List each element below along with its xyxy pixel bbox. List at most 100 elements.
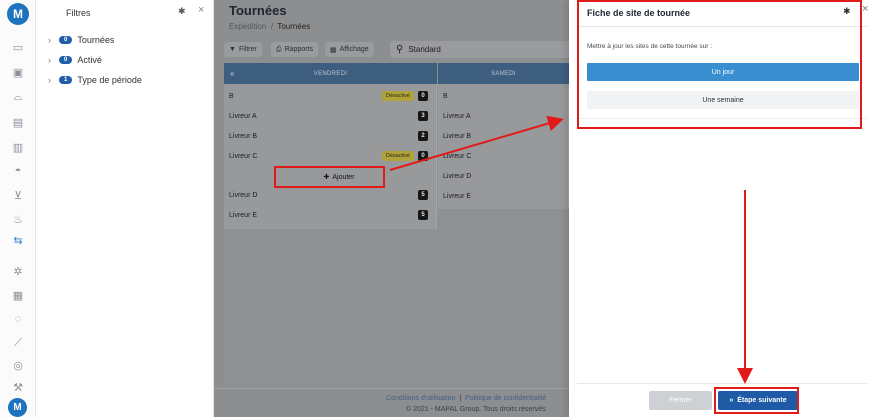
funnel-icon: ▼ <box>229 46 236 53</box>
divider <box>577 383 867 384</box>
column-header-label: VENDREDI <box>313 70 348 77</box>
filters-panel: Filtres ✱ × › 0 Tournées › 0 Activé › 1 … <box>36 0 214 417</box>
schedule-grid: « VENDREDI SAMEDI B Désactivé 0 Livreur … <box>224 63 569 388</box>
pin-icon[interactable]: ✱ <box>178 6 186 17</box>
list-item[interactable]: Livreur C <box>438 147 568 165</box>
route-name: Livreur B <box>229 132 258 140</box>
count-badge: 0 <box>418 91 428 101</box>
display-button[interactable]: ▦ Affichage <box>325 42 374 57</box>
close-icon[interactable]: × <box>862 3 868 15</box>
list-item[interactable]: Livreur E 5 <box>224 206 436 224</box>
receipt-icon[interactable]: ▤ <box>10 115 26 129</box>
highlight-box-add <box>274 166 385 188</box>
calculator-icon[interactable]: ▦ <box>10 288 26 302</box>
truck-icon[interactable]: ▭ <box>10 40 26 54</box>
filter-item-period-type[interactable]: › 1 Type de période <box>48 75 142 85</box>
chat-icon[interactable]: ◌ <box>10 312 26 326</box>
route-name: Livreur D <box>443 172 472 180</box>
list-item[interactable]: Livreur B <box>438 127 568 145</box>
reports-button-label: Rapports <box>284 46 314 53</box>
clipboard-icon[interactable]: ▥ <box>10 140 26 154</box>
route-name: Livreur A <box>443 112 471 120</box>
filter-count-badge: 0 <box>59 56 73 64</box>
delivery-icon[interactable]: ⇆ <box>10 233 26 247</box>
database-icon[interactable]: ◎ <box>10 358 26 372</box>
count-badge: 5 <box>418 210 428 220</box>
footer-links: Conditions d'utilisation | Politique de … <box>386 395 546 402</box>
route-name: Livreur C <box>443 152 472 160</box>
column-header-saturday: SAMEDI <box>438 63 569 84</box>
filter-count-badge: 1 <box>59 76 73 84</box>
filter-item-tournees[interactable]: › 0 Tournées <box>48 35 114 45</box>
chevron-right-icon: › <box>48 55 51 65</box>
double-chevron-left-icon[interactable]: « <box>230 69 235 78</box>
chevron-right-icon: › <box>48 35 51 45</box>
status-badge: Désactivé <box>381 91 414 101</box>
reports-button[interactable]: ⎙ Rapports <box>271 42 319 57</box>
saturday-column: B Livreur A Livreur B Livreur C Livreur … <box>438 84 569 209</box>
cart-icon[interactable]: ⊻ <box>10 188 26 202</box>
list-item[interactable]: Livreur D 5 <box>224 186 436 204</box>
route-name: Livreur D <box>229 191 258 199</box>
terms-link[interactable]: Conditions d'utilisation <box>386 395 455 402</box>
route-name: Livreur E <box>443 192 472 200</box>
filters-title: Filtres <box>66 8 91 18</box>
privacy-link[interactable]: Politique de confidentialité <box>465 395 546 402</box>
list-item[interactable]: Livreur E <box>438 187 568 205</box>
route-name: B <box>443 92 448 100</box>
page-footer: Conditions d'utilisation | Politique de … <box>214 388 569 417</box>
search-value: Standard <box>408 45 441 54</box>
list-item[interactable]: Livreur A 3 <box>224 107 436 125</box>
list-item[interactable]: Livreur D <box>438 167 568 185</box>
list-item[interactable]: Livreur A <box>438 107 568 125</box>
cog-icon[interactable]: ✲ <box>10 264 26 278</box>
status-badge: Désactivé <box>381 151 414 161</box>
filter-item-label: Activé <box>77 55 102 65</box>
list-item[interactable]: B <box>438 87 568 105</box>
filter-count-badge: 0 <box>59 36 73 44</box>
route-name: B <box>229 92 234 100</box>
route-name: Livreur C <box>229 152 258 160</box>
filter-item-active[interactable]: › 0 Activé <box>48 55 102 65</box>
count-badge: 0 <box>418 151 428 161</box>
list-item[interactable]: B Désactivé 0 <box>224 87 436 105</box>
grid-icon: ▦ <box>330 46 337 54</box>
page-title: Tournées <box>229 3 287 18</box>
filter-item-label: Type de période <box>77 75 142 85</box>
chef-hat-icon[interactable]: ⌓ <box>10 90 26 104</box>
breadcrumb: Expédition / Tournées <box>229 22 310 31</box>
highlight-box-next <box>714 387 799 414</box>
wrench-icon[interactable]: ⚒ <box>10 380 26 394</box>
app-logo[interactable]: M <box>7 3 29 25</box>
display-button-label: Affichage <box>339 46 369 53</box>
icon-rail: M ▭ ▣ ⌓ ▤ ▥ ◓ ⊻ ♨ ⇆ ✲ ▦ ◌ ⟋ ◎ ⚒ M <box>0 0 36 417</box>
breadcrumb-parent[interactable]: Expédition <box>229 22 266 31</box>
copyright-text: © 2021 - MAPAL Group. Tous droits réserv… <box>406 406 546 413</box>
route-name: Livreur B <box>443 132 472 140</box>
count-badge: 5 <box>418 190 428 200</box>
friday-column: B Désactivé 0 Livreur A 3 Livreur B 2 Li… <box>224 84 437 229</box>
filter-item-label: Tournées <box>77 35 115 45</box>
search-input[interactable]: ⚲ Standard <box>390 41 569 58</box>
breadcrumb-current: Tournées <box>277 22 311 31</box>
column-header-label: SAMEDI <box>491 70 516 77</box>
box-icon[interactable]: ▣ <box>10 65 26 79</box>
route-name: Livreur A <box>229 112 257 120</box>
app-logo-bottom[interactable]: M <box>8 398 27 417</box>
count-badge: 3 <box>418 111 428 121</box>
count-badge: 2 <box>418 131 428 141</box>
tool-icon[interactable]: ⟋ <box>10 336 26 350</box>
close-icon[interactable]: × <box>198 4 204 16</box>
list-item[interactable]: Livreur B 2 <box>224 127 436 145</box>
filter-button-label: Filtrer <box>238 46 257 53</box>
cutlery-icon[interactable]: ♨ <box>10 212 26 226</box>
main-content: Tournées Expédition / Tournées ▼ Filtrer… <box>214 0 569 417</box>
list-item[interactable]: Livreur C Désactivé 0 <box>224 147 436 165</box>
dish-icon[interactable]: ◓ <box>10 164 26 178</box>
chevron-right-icon: › <box>48 75 51 85</box>
search-icon: ⚲ <box>396 44 404 55</box>
highlight-box-options <box>577 0 862 129</box>
close-button[interactable]: Fermer <box>649 391 712 410</box>
filter-button[interactable]: ▼ Filtrer <box>224 42 262 57</box>
breadcrumb-separator: / <box>270 22 274 31</box>
